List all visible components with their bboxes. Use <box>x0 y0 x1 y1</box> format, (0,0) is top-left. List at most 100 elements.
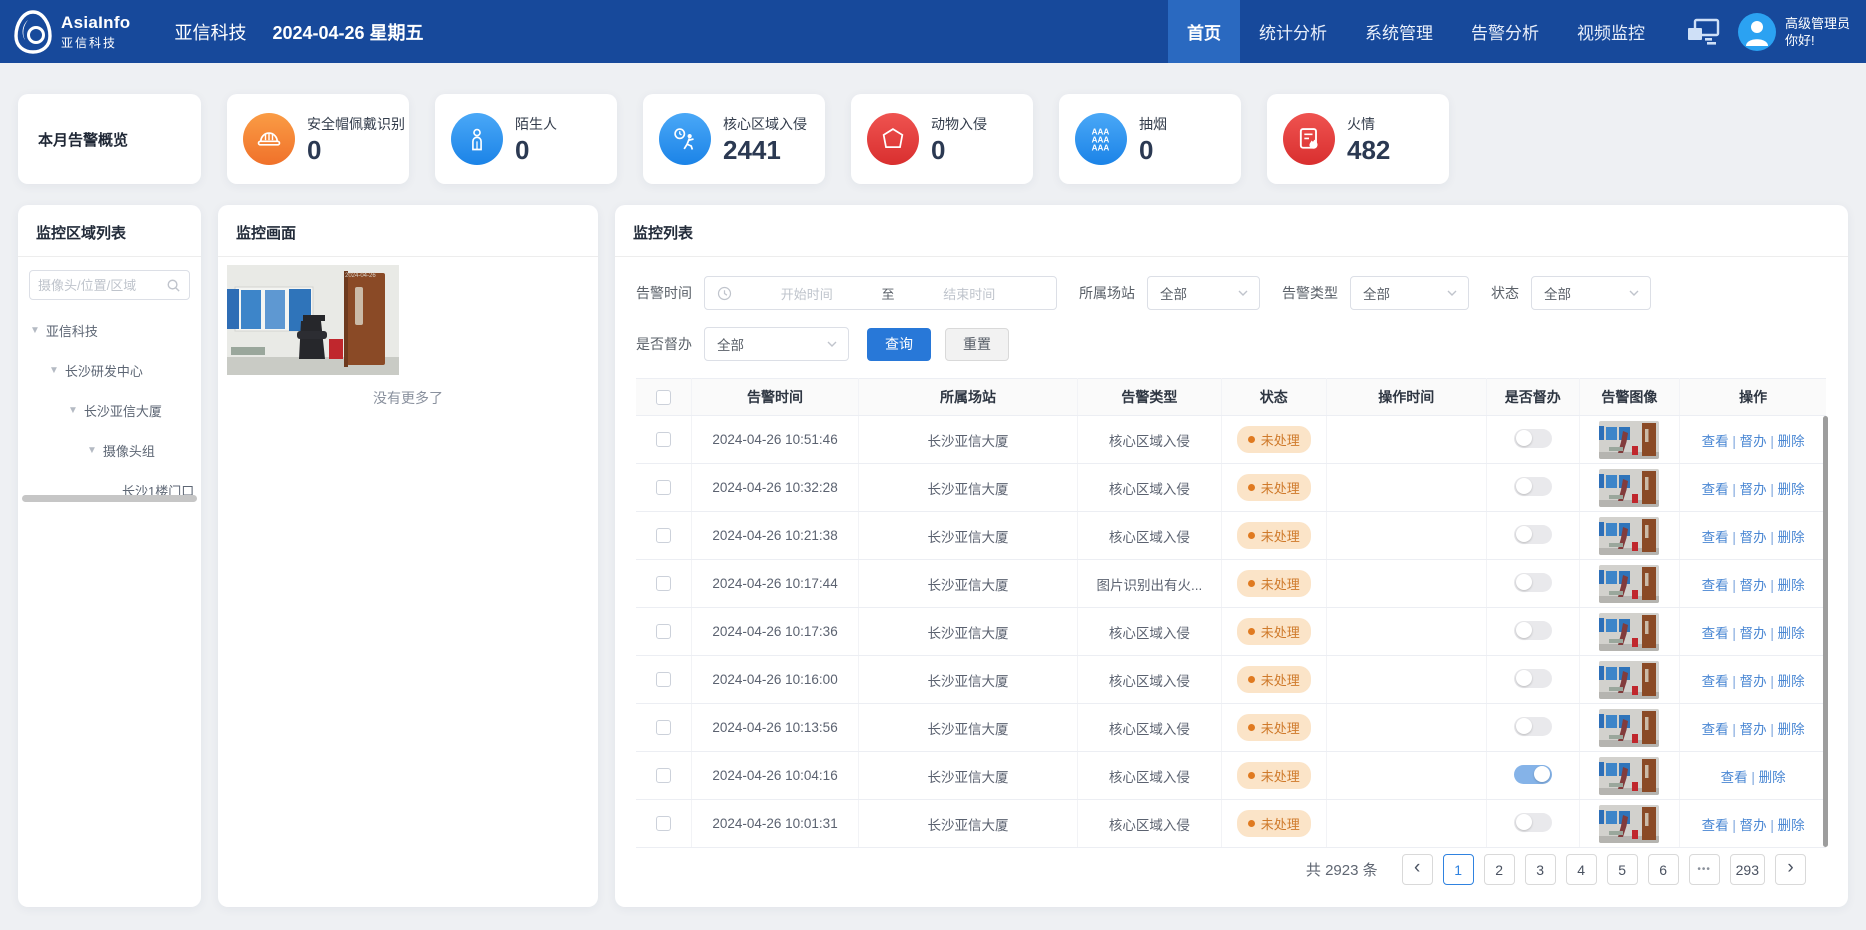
start-time-placeholder[interactable]: 开始时间 <box>732 284 882 303</box>
row-checkbox[interactable] <box>656 768 671 783</box>
action-link[interactable]: 督办 <box>1729 434 1767 449</box>
supervise-toggle[interactable] <box>1514 717 1552 736</box>
caret-down-icon[interactable]: ▼ <box>87 445 97 456</box>
action-link[interactable]: 查看 <box>1702 434 1729 449</box>
alert-thumbnail-image[interactable] <box>1599 421 1659 459</box>
reset-button[interactable]: 重置 <box>945 328 1009 361</box>
row-checkbox[interactable] <box>656 576 671 591</box>
nav-item-4[interactable]: 视频监控 <box>1558 0 1664 63</box>
alert-thumbnail-image[interactable] <box>1599 805 1659 843</box>
row-checkbox[interactable] <box>656 480 671 495</box>
page-ellipsis[interactable]: ••• <box>1689 854 1720 885</box>
caret-down-icon[interactable]: ▼ <box>68 405 78 416</box>
action-link[interactable]: 督办 <box>1729 674 1767 689</box>
nav-item-1[interactable]: 统计分析 <box>1240 0 1346 63</box>
alert-thumbnail-image[interactable] <box>1599 613 1659 651</box>
action-link[interactable]: 删除 <box>1767 482 1805 497</box>
action-link[interactable]: 查看 <box>1702 722 1729 737</box>
nav-item-3[interactable]: 告警分析 <box>1452 0 1558 63</box>
tree-item-4[interactable]: 长沙1楼门口 <box>18 470 201 510</box>
row-checkbox[interactable] <box>656 624 671 639</box>
prev-page-button[interactable]: ‹ <box>1402 854 1433 885</box>
page-button-4[interactable]: 4 <box>1566 854 1597 885</box>
action-link[interactable]: 查看 <box>1702 674 1729 689</box>
tree-item-3[interactable]: ▼摄像头组 <box>18 430 201 470</box>
row-checkbox[interactable] <box>656 528 671 543</box>
action-link[interactable]: 查看 <box>1702 818 1729 833</box>
tree-item-1[interactable]: ▼长沙研发中心 <box>18 350 201 390</box>
action-link[interactable]: 查看 <box>1702 626 1729 641</box>
action-link[interactable]: 删除 <box>1748 770 1786 785</box>
row-checkbox[interactable] <box>656 672 671 687</box>
svg-text:AAA: AAA <box>1092 144 1110 153</box>
row-checkbox[interactable] <box>656 816 671 831</box>
action-link[interactable]: 删除 <box>1767 818 1805 833</box>
page-button-3[interactable]: 3 <box>1525 854 1556 885</box>
supervise-toggle[interactable] <box>1514 525 1552 544</box>
supervise-toggle[interactable] <box>1514 621 1552 640</box>
alert-type-select[interactable]: 全部 <box>1350 276 1469 310</box>
status-select[interactable]: 全部 <box>1531 276 1651 310</box>
supervise-toggle[interactable] <box>1514 669 1552 688</box>
camera-snapshot[interactable]: 2024-04-26 <box>227 265 399 375</box>
camera-search-input[interactable] <box>38 278 166 293</box>
cell-alert-time: 2024-04-26 10:13:56 <box>691 704 858 752</box>
horizontal-scrollbar[interactable] <box>22 495 197 502</box>
alert-thumbnail-image[interactable] <box>1599 661 1659 699</box>
action-link[interactable]: 查看 <box>1702 530 1729 545</box>
action-link[interactable]: 删除 <box>1767 626 1805 641</box>
action-link[interactable]: 督办 <box>1729 626 1767 641</box>
action-link[interactable]: 删除 <box>1767 722 1805 737</box>
search-button[interactable]: 查询 <box>867 328 931 361</box>
alert-thumbnail-image[interactable] <box>1599 565 1659 603</box>
action-link[interactable]: 督办 <box>1729 530 1767 545</box>
nav-item-0[interactable]: 首页 <box>1168 0 1240 63</box>
tree-item-0[interactable]: ▼亚信科技 <box>18 310 201 350</box>
caret-down-icon[interactable]: ▼ <box>49 365 59 376</box>
action-link[interactable]: 督办 <box>1729 578 1767 593</box>
page-button-5[interactable]: 5 <box>1607 854 1638 885</box>
select-all-checkbox[interactable] <box>656 390 671 405</box>
supervise-toggle[interactable] <box>1514 813 1552 832</box>
end-time-placeholder[interactable]: 结束时间 <box>895 284 1045 303</box>
action-link[interactable]: 督办 <box>1729 818 1767 833</box>
next-page-button[interactable]: › <box>1775 854 1806 885</box>
table-row: 2024-04-26 10:32:28长沙亚信大厦核心区域入侵未处理查看督办删除 <box>636 464 1826 512</box>
supervise-toggle[interactable] <box>1514 429 1552 448</box>
nav-item-2[interactable]: 系统管理 <box>1346 0 1452 63</box>
multi-screen-icon[interactable] <box>1686 18 1720 46</box>
alert-thumbnail-image[interactable] <box>1599 757 1659 795</box>
greeting-text: 你好! <box>1785 32 1850 49</box>
action-link[interactable]: 查看 <box>1721 770 1748 785</box>
action-link[interactable]: 删除 <box>1767 578 1805 593</box>
action-link[interactable]: 督办 <box>1729 722 1767 737</box>
row-checkbox[interactable] <box>656 720 671 735</box>
action-link[interactable]: 删除 <box>1767 434 1805 449</box>
avatar[interactable] <box>1738 13 1776 51</box>
cell-station: 长沙亚信大厦 <box>859 512 1078 560</box>
action-link[interactable]: 查看 <box>1702 482 1729 497</box>
page-button-293[interactable]: 293 <box>1730 854 1765 885</box>
cell-op-time <box>1326 656 1486 704</box>
action-link[interactable]: 查看 <box>1702 578 1729 593</box>
date-range-input[interactable]: 开始时间 至 结束时间 <box>704 276 1057 310</box>
vertical-scrollbar[interactable] <box>1823 416 1828 847</box>
supervise-toggle[interactable] <box>1514 765 1552 784</box>
alert-thumbnail-image[interactable] <box>1599 469 1659 507</box>
alert-thumbnail-image[interactable] <box>1599 517 1659 555</box>
page-button-1[interactable]: 1 <box>1443 854 1474 885</box>
caret-down-icon[interactable]: ▼ <box>30 325 40 336</box>
asiainfo-egg-icon <box>14 10 52 54</box>
action-link[interactable]: 督办 <box>1729 482 1767 497</box>
page-button-2[interactable]: 2 <box>1484 854 1515 885</box>
page-button-6[interactable]: 6 <box>1648 854 1679 885</box>
supervise-select[interactable]: 全部 <box>704 327 849 361</box>
supervise-toggle[interactable] <box>1514 573 1552 592</box>
station-select[interactable]: 全部 <box>1147 276 1260 310</box>
action-link[interactable]: 删除 <box>1767 530 1805 545</box>
alert-thumbnail-image[interactable] <box>1599 709 1659 747</box>
action-link[interactable]: 删除 <box>1767 674 1805 689</box>
supervise-toggle[interactable] <box>1514 477 1552 496</box>
tree-item-2[interactable]: ▼长沙亚信大厦 <box>18 390 201 430</box>
row-checkbox[interactable] <box>656 432 671 447</box>
